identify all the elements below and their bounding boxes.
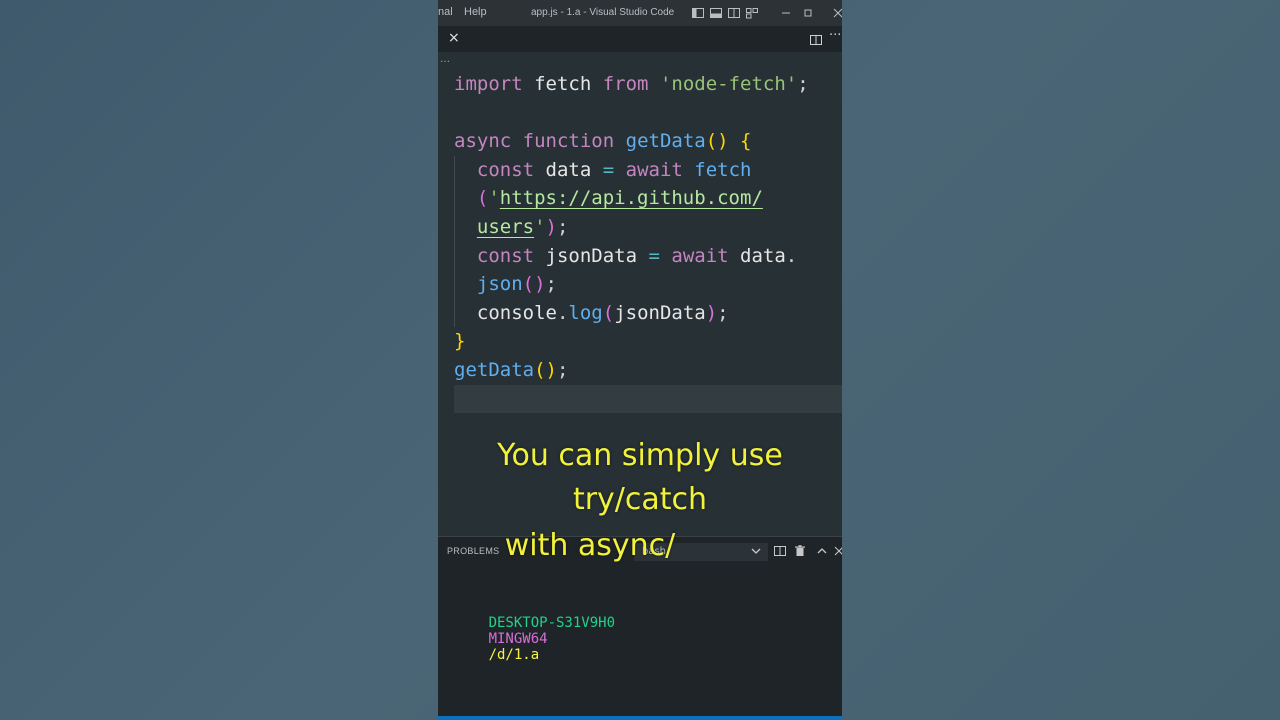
code-token: async [454, 130, 512, 153]
caption-line: with async/ [504, 528, 676, 563]
code-token: log [568, 301, 603, 324]
code-token: import [454, 73, 523, 95]
code-line[interactable]: const jsonData = await data. [454, 242, 797, 270]
window-title: app.js - 1.a - Visual Studio Code [531, 7, 675, 18]
terminal-path: /d/1.a [488, 647, 540, 663]
code-line[interactable]: getData(); [454, 356, 568, 384]
code-token: ; [717, 301, 729, 324]
code-line[interactable]: async function getData() { [454, 127, 752, 155]
toggle-panel-icon[interactable] [709, 6, 723, 20]
code-token: () [705, 130, 729, 153]
code-token: { [740, 130, 752, 153]
code-token: ; [545, 273, 557, 296]
code-token: () [522, 273, 546, 296]
code-token: jsonData [534, 244, 649, 267]
code-token: getData [454, 359, 535, 381]
code-token: getData [625, 130, 706, 153]
editor-tab-bar: × ··· [438, 26, 842, 52]
code-token: jsonData [614, 301, 706, 324]
code-token: ; [556, 359, 569, 381]
toggle-secondary-sidebar-icon[interactable] [727, 6, 741, 20]
current-line-highlight [454, 385, 842, 413]
close-window-icon[interactable] [831, 6, 842, 20]
more-actions-icon[interactable]: ··· [829, 28, 841, 43]
menu-item-terminal[interactable]: nal [438, 6, 453, 18]
code-token: ; [557, 216, 569, 238]
code-token: await [671, 244, 729, 267]
code-token: () [534, 359, 557, 381]
code-token: ' [488, 187, 500, 210]
vscode-window: nal Help app.js - 1.a - Visual Studio Co… [438, 0, 842, 720]
customize-layout-icon[interactable] [745, 6, 759, 20]
terminal-prompt[interactable]: DESKTOP-S31V9H0 MINGW64 /d/1.a [438, 599, 615, 679]
code-token: data [728, 244, 786, 267]
code-token: ; [797, 73, 809, 95]
code-token: const [454, 244, 535, 267]
minimize-icon[interactable] [779, 6, 793, 20]
title-bar: nal Help app.js - 1.a - Visual Studio Co… [438, 0, 842, 26]
code-token: users [476, 216, 535, 238]
code-token: = [648, 244, 660, 267]
code-line[interactable]: users'); [454, 213, 569, 241]
code-line[interactable]: } [454, 327, 465, 355]
breadcrumb[interactable]: … [440, 54, 450, 65]
code-token: const [454, 158, 535, 181]
toggle-primary-sidebar-icon[interactable] [691, 6, 705, 20]
code-token: ( [454, 187, 489, 210]
maximize-icon[interactable] [801, 6, 815, 20]
code-token: https://api.github.com/ [499, 187, 763, 210]
code-token: ) [705, 301, 718, 324]
code-token: ) [545, 216, 557, 238]
code-token: console [454, 301, 557, 324]
code-token: } [454, 330, 466, 353]
code-token: function [522, 130, 615, 153]
code-line[interactable]: import fetch from 'node-fetch'; [454, 70, 809, 98]
terminal-host: DESKTOP-S31V9H0 [488, 615, 616, 631]
split-editor-icon[interactable] [809, 32, 823, 46]
caption-line: You can simply use [497, 438, 783, 473]
code-token: . [556, 301, 569, 324]
code-token: = [602, 158, 615, 181]
code-token: json [454, 273, 523, 296]
caption-line: try/catch [572, 482, 708, 517]
code-token: fetch [694, 158, 752, 181]
code-token: ( [602, 301, 615, 324]
code-token: fetch [522, 73, 603, 95]
code-line[interactable]: ('https://api.github.com/ [454, 184, 763, 212]
code-token: data [534, 158, 603, 181]
terminal-panel: PROBLEMS bash DESKTOP-S31V9H0 MINGW64 /d… [438, 536, 842, 720]
code-line[interactable]: const data = await fetch [454, 156, 752, 184]
code-token: . [785, 244, 798, 267]
code-line[interactable]: json(); [454, 270, 557, 298]
code-token: await [625, 158, 683, 181]
terminal-env: MINGW64 [488, 631, 548, 647]
code-token: from [602, 73, 649, 95]
status-bar [438, 716, 842, 720]
code-line[interactable]: console.log(jsonData); [454, 299, 729, 327]
code-token: 'node-fetch' [659, 73, 798, 95]
menu-item-help[interactable]: Help [464, 6, 487, 18]
code-token: ' [534, 216, 546, 238]
tab-close-icon[interactable]: × [448, 30, 460, 46]
